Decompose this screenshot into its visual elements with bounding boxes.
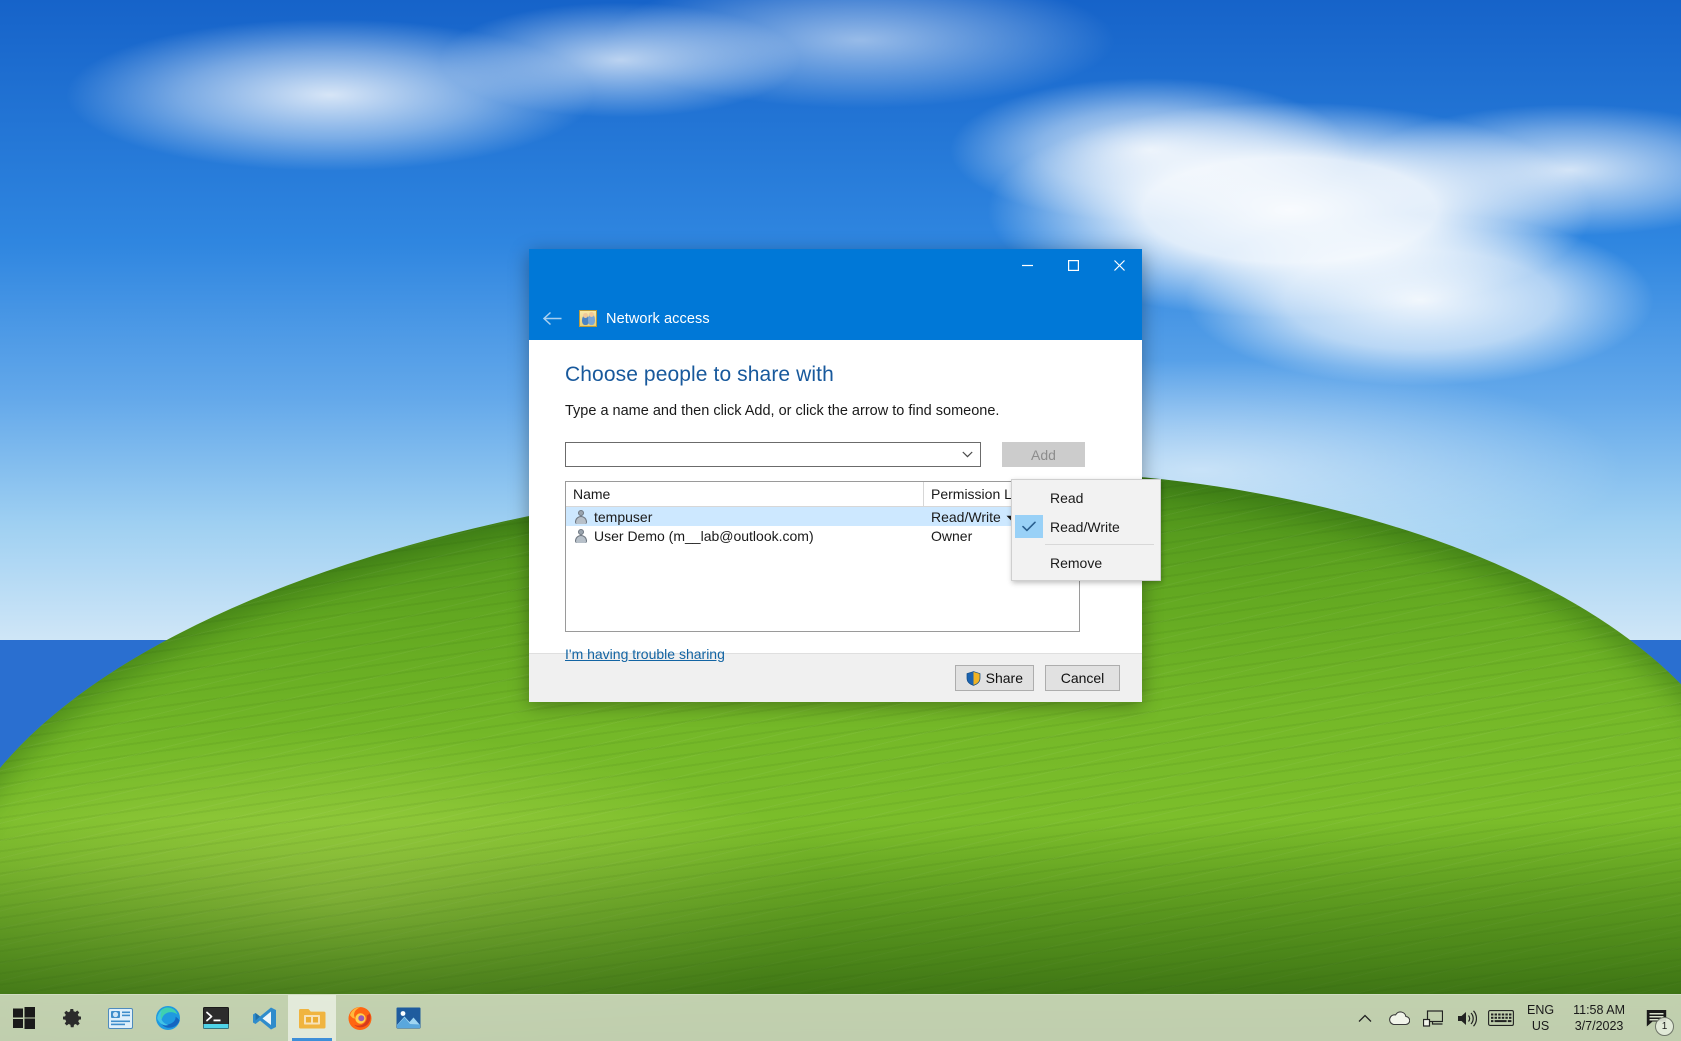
row-name-cell: tempuser bbox=[566, 509, 924, 525]
menu-item-label: Read bbox=[1043, 490, 1083, 506]
network-access-dialog: Network access Choose people to share wi… bbox=[529, 249, 1142, 701]
name-combobox[interactable] bbox=[565, 442, 981, 467]
volume-icon[interactable] bbox=[1450, 995, 1484, 1041]
terminal-icon bbox=[203, 1007, 229, 1029]
menu-item-read-write[interactable]: Read/Write bbox=[1012, 512, 1160, 541]
dialog-instructions: Type a name and then click Add, or click… bbox=[529, 387, 1142, 419]
region-code: US bbox=[1532, 1018, 1549, 1034]
dialog-navbar: Network access bbox=[529, 297, 1142, 340]
menu-item-label: Read/Write bbox=[1043, 519, 1120, 535]
table-row[interactable]: User Demo (m__lab@outlook.com) Owner bbox=[566, 526, 1079, 545]
settings-app[interactable] bbox=[48, 995, 96, 1041]
add-person-row: Add bbox=[529, 419, 1142, 467]
clock[interactable]: 11:58 AM 3/7/2023 bbox=[1563, 995, 1635, 1041]
list-header: Name Permission Level bbox=[566, 482, 1079, 507]
taskbar: ENG US 11:58 AM 3/7/2023 1 bbox=[0, 994, 1681, 1041]
check-slot bbox=[1015, 551, 1043, 574]
vscode-icon bbox=[252, 1006, 277, 1031]
user-icon bbox=[574, 510, 587, 524]
chevron-up-icon bbox=[1358, 1014, 1372, 1023]
back-arrow-icon[interactable] bbox=[537, 304, 567, 334]
desktop[interactable]: Network access Choose people to share wi… bbox=[0, 0, 1681, 1041]
dialog-titlebar[interactable] bbox=[529, 249, 1142, 297]
user-icon bbox=[574, 529, 587, 543]
folder-icon bbox=[298, 1007, 326, 1030]
window-title: Network access bbox=[606, 311, 710, 327]
share-button[interactable]: Share bbox=[955, 665, 1034, 691]
row-name-text: tempuser bbox=[594, 509, 652, 525]
network-share-icon bbox=[579, 310, 597, 327]
window-controls bbox=[1004, 249, 1142, 282]
close-button[interactable] bbox=[1096, 249, 1142, 282]
speaker-icon bbox=[1457, 1010, 1477, 1027]
menu-item-remove[interactable]: Remove bbox=[1012, 548, 1160, 577]
row-name-text: User Demo (m__lab@outlook.com) bbox=[594, 528, 814, 544]
task-view-icon bbox=[108, 1008, 133, 1029]
system-tray: ENG US 11:58 AM 3/7/2023 1 bbox=[1348, 995, 1681, 1041]
taskbar-items bbox=[0, 995, 432, 1041]
trouble-sharing-link[interactable]: I'm having trouble sharing bbox=[565, 646, 725, 662]
keyboard-icon bbox=[1488, 1010, 1514, 1026]
share-list[interactable]: Name Permission Level tempuser Read/Writ… bbox=[565, 481, 1080, 632]
microsoft-edge[interactable] bbox=[144, 995, 192, 1041]
name-input[interactable] bbox=[566, 443, 963, 466]
menu-separator bbox=[1045, 544, 1154, 545]
menu-item-label: Remove bbox=[1043, 555, 1102, 571]
task-view-button[interactable] bbox=[96, 995, 144, 1041]
row-name-cell: User Demo (m__lab@outlook.com) bbox=[566, 528, 924, 544]
clock-time: 11:58 AM bbox=[1573, 1002, 1625, 1018]
column-header-name[interactable]: Name bbox=[566, 482, 924, 506]
check-slot bbox=[1015, 486, 1043, 509]
notification-badge: 1 bbox=[1655, 1017, 1674, 1036]
windows-logo-icon bbox=[13, 1007, 35, 1029]
minimize-button[interactable] bbox=[1004, 249, 1050, 282]
uac-shield-icon bbox=[966, 671, 981, 686]
cancel-button-label: Cancel bbox=[1061, 670, 1105, 686]
photos-icon bbox=[396, 1007, 421, 1029]
file-explorer[interactable] bbox=[288, 995, 336, 1041]
chevron-down-icon[interactable] bbox=[959, 443, 975, 466]
language-indicator[interactable]: ENG US bbox=[1518, 995, 1563, 1041]
show-hidden-icons-button[interactable] bbox=[1348, 995, 1382, 1041]
photos-app[interactable] bbox=[384, 995, 432, 1041]
menu-item-read[interactable]: Read bbox=[1012, 483, 1160, 512]
table-row[interactable]: tempuser Read/Write bbox=[566, 507, 1079, 526]
cloud-icon bbox=[1388, 1011, 1410, 1026]
language-code: ENG bbox=[1527, 1002, 1554, 1018]
visual-studio-code[interactable] bbox=[240, 995, 288, 1041]
permission-level-menu: Read Read/Write Remove bbox=[1011, 479, 1161, 581]
gear-icon bbox=[60, 1006, 84, 1030]
cancel-button[interactable]: Cancel bbox=[1045, 665, 1120, 691]
network-monitor-icon bbox=[1423, 1010, 1443, 1027]
notification-center-button[interactable]: 1 bbox=[1635, 995, 1677, 1041]
row-permission-text: Read/Write bbox=[931, 509, 1001, 525]
share-button-label: Share bbox=[986, 670, 1023, 686]
firefox-icon bbox=[347, 1005, 373, 1031]
firefox[interactable] bbox=[336, 995, 384, 1041]
add-button[interactable]: Add bbox=[1002, 442, 1085, 467]
network-icon[interactable] bbox=[1416, 995, 1450, 1041]
onedrive-icon[interactable] bbox=[1382, 995, 1416, 1041]
row-permission-text: Owner bbox=[931, 528, 972, 544]
maximize-button[interactable] bbox=[1050, 249, 1096, 282]
touch-keyboard-icon[interactable] bbox=[1484, 995, 1518, 1041]
start-button[interactable] bbox=[0, 995, 48, 1041]
windows-terminal[interactable] bbox=[192, 995, 240, 1041]
page-title: Choose people to share with bbox=[529, 340, 1142, 387]
checkmark-icon bbox=[1015, 515, 1043, 538]
clock-date: 3/7/2023 bbox=[1575, 1018, 1624, 1034]
edge-icon bbox=[155, 1005, 181, 1031]
